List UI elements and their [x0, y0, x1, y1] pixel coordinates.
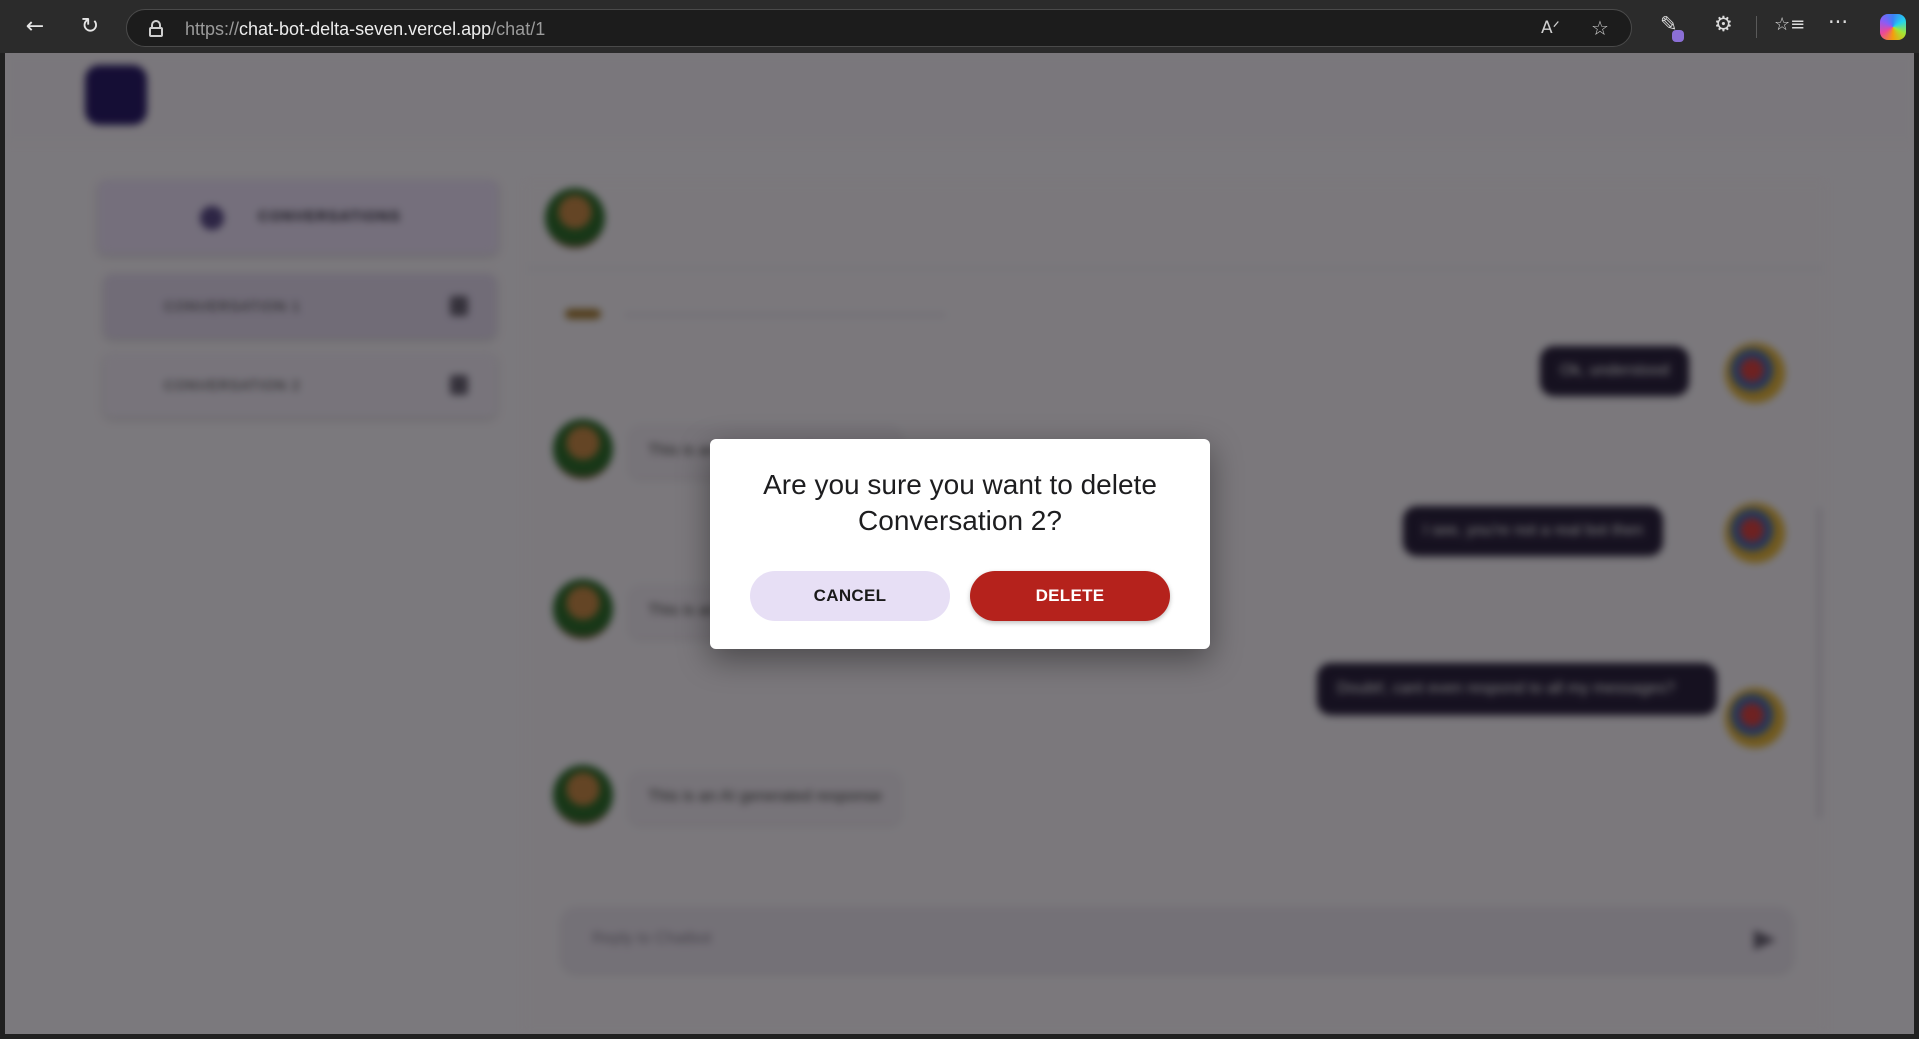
address-bar[interactable]: https://chat-bot-delta-seven.vercel.app/…	[126, 9, 1632, 47]
back-icon[interactable]: ←	[19, 11, 51, 43]
collections-icon[interactable]: ☆≡	[1774, 14, 1805, 35]
more-icon[interactable]: ···	[1828, 10, 1848, 34]
reload-icon[interactable]: ↻	[74, 11, 106, 43]
dialog-title: Are you sure you want to delete Conversa…	[763, 469, 1157, 536]
toolbar-divider	[1756, 16, 1757, 38]
extension-badge	[1672, 30, 1684, 42]
delete-button[interactable]: DELETE	[970, 571, 1170, 621]
cancel-button[interactable]: CANCEL	[750, 571, 950, 621]
copilot-icon[interactable]	[1880, 14, 1906, 40]
favorite-star-icon[interactable]: ☆	[1591, 16, 1609, 40]
browser-toolbar: ← ↻ https://chat-bot-delta-seven.vercel.…	[0, 0, 1919, 53]
delete-confirm-dialog: Are you sure you want to delete Conversa…	[710, 439, 1210, 649]
extensions-icon[interactable]: ⚙	[1714, 12, 1733, 36]
lock-icon[interactable]	[149, 20, 163, 37]
read-aloud-icon[interactable]: Aᐟ	[1541, 18, 1560, 38]
url-text[interactable]: https://chat-bot-delta-seven.vercel.app/…	[185, 19, 545, 40]
page-viewport: CONVERSATIONS CONVERSATION 1 CONVERSATIO…	[5, 53, 1914, 1034]
